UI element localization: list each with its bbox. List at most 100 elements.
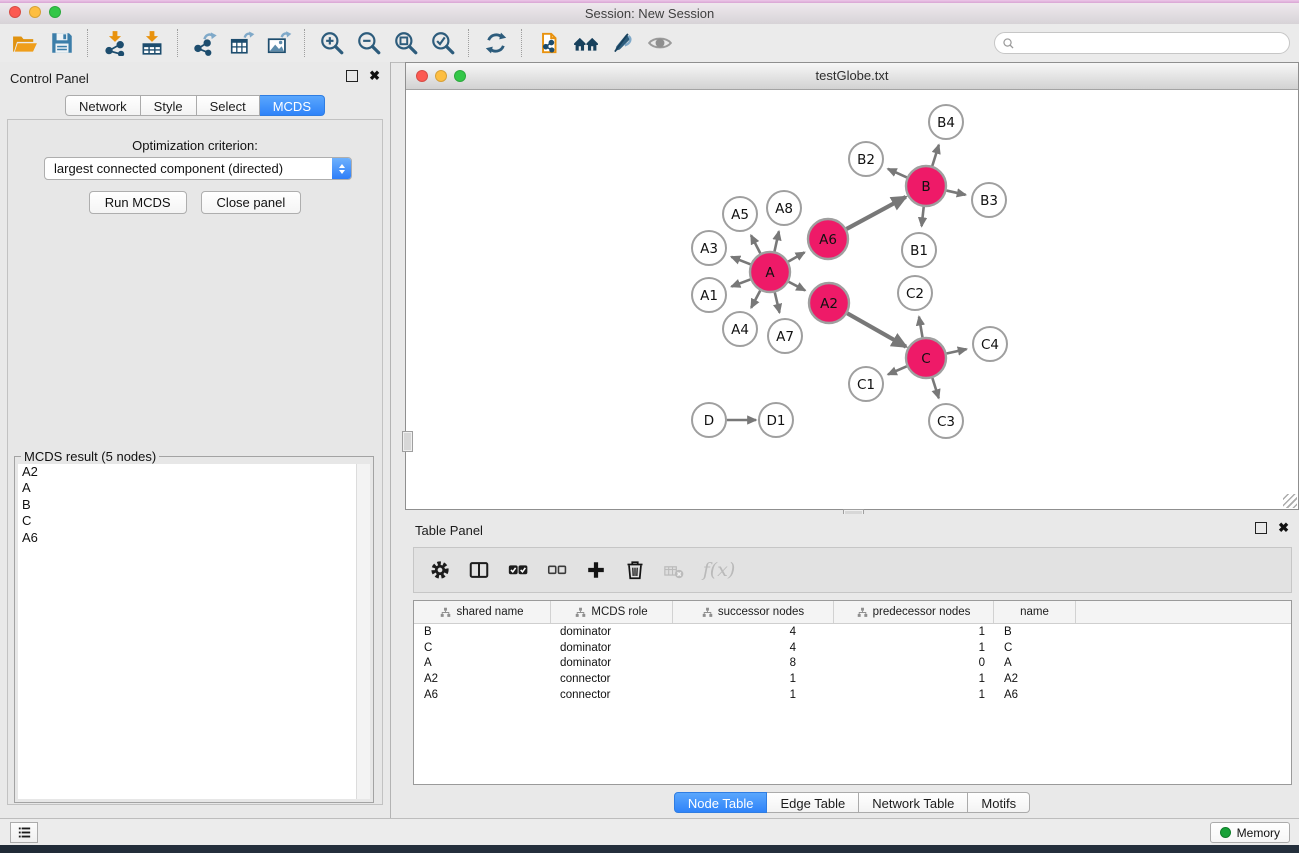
graph-node-C[interactable]: C [906,338,946,378]
graph-node-B[interactable]: B [906,166,946,206]
zoom-fit-button[interactable] [387,27,424,59]
mcds-result-scrollbar[interactable] [356,464,370,799]
save-session-button[interactable] [43,27,80,59]
close-panel-icon[interactable]: ✖ [369,70,380,82]
graph-node-B4[interactable]: B4 [929,105,963,139]
graph-node-B3[interactable]: B3 [972,183,1006,217]
refresh-view-button[interactable] [477,27,514,59]
graph-edge-A2-C[interactable] [847,313,906,346]
delete-column-button[interactable] [624,559,646,581]
search-input[interactable] [1015,36,1289,50]
table-row[interactable]: Cdominator41C [414,640,1291,656]
mcds-result-item[interactable]: A6 [18,530,356,546]
graph-edge-A-A4[interactable] [751,291,760,308]
graph-edge-C-C2[interactable] [919,317,922,338]
export-table-button[interactable] [223,27,260,59]
graph-node-A1[interactable]: A1 [692,278,726,312]
graph-edge-A6-B[interactable] [846,197,905,229]
table-cell[interactable]: C [994,642,1076,654]
close-window-button[interactable] [9,6,21,18]
graph-edge-B-B2[interactable] [888,169,907,178]
graph-node-A7[interactable]: A7 [768,319,802,353]
tab-edge-table[interactable]: Edge Table [767,792,859,813]
column-header-name[interactable]: name [994,601,1076,623]
table-cell[interactable]: 1 [834,626,994,638]
select-all-rows-button[interactable] [507,559,529,581]
graph-node-C3[interactable]: C3 [929,404,963,438]
table-cell[interactable]: 1 [673,673,834,685]
add-column-button[interactable] [585,559,607,581]
graph-edge-A-A8[interactable] [774,231,778,251]
graph-node-D1[interactable]: D1 [759,403,793,437]
tab-style[interactable]: Style [141,95,197,116]
graph-edge-A-A2[interactable] [789,282,806,291]
graph-node-A6[interactable]: A6 [808,219,848,259]
mcds-result-item[interactable]: A2 [18,464,356,480]
table-cell[interactable]: 4 [673,642,834,654]
table-cell[interactable]: dominator [551,642,673,654]
search-field[interactable] [994,32,1290,54]
table-cell[interactable]: 1 [673,689,834,701]
deselect-all-rows-button[interactable] [546,559,568,581]
column-header-shared-name[interactable]: shared name [414,601,551,623]
maximize-window-button[interactable] [49,6,61,18]
tab-select[interactable]: Select [197,95,260,116]
graphics-details-button[interactable] [641,27,678,59]
tab-motifs[interactable]: Motifs [968,792,1030,813]
tab-network[interactable]: Network [65,95,141,116]
graph-edge-A-A5[interactable] [751,235,760,253]
table-cell[interactable]: 1 [834,673,994,685]
table-cell[interactable]: 1 [834,689,994,701]
float-panel-icon[interactable] [346,70,358,82]
table-cell[interactable]: dominator [551,657,673,669]
task-history-button[interactable] [10,822,38,843]
table-row[interactable]: Adominator80A [414,656,1291,672]
hide-annotations-button[interactable] [604,27,641,59]
copy-network-button[interactable] [530,27,567,59]
graph-node-A2[interactable]: A2 [809,283,849,323]
column-header-mcds-role[interactable]: MCDS role [551,601,673,623]
graph-edge-A-A3[interactable] [731,257,750,265]
graph-edge-A-A6[interactable] [788,252,804,261]
column-header-successor-nodes[interactable]: successor nodes [673,601,834,623]
table-cell[interactable]: C [414,642,551,654]
home-view-button[interactable] [567,27,604,59]
column-header-predecessor-nodes[interactable]: predecessor nodes [834,601,994,623]
table-row[interactable]: A2connector11A2 [414,671,1291,687]
network-canvas[interactable]: B4B2BB3A8A5A6A3B1AC2A1A2A4A7C4CC1C3DD1 [406,90,1298,509]
mcds-result-item[interactable]: C [18,513,356,529]
zoom-in-button[interactable] [313,27,350,59]
tab-mcds[interactable]: MCDS [260,95,325,116]
table-cell[interactable]: 4 [673,626,834,638]
graph-node-A3[interactable]: A3 [692,231,726,265]
minimize-window-button[interactable] [29,6,41,18]
graph-node-D[interactable]: D [692,403,726,437]
float-table-panel-icon[interactable] [1255,522,1267,534]
table-cell[interactable]: B [414,626,551,638]
graph-node-A4[interactable]: A4 [723,312,757,346]
graph-node-C1[interactable]: C1 [849,367,883,401]
graph-edge-A-A1[interactable] [731,279,750,286]
graph-node-A5[interactable]: A5 [723,197,757,231]
table-cell[interactable]: A [994,657,1076,669]
mcds-result-item[interactable]: A [18,480,356,496]
tab-node-table[interactable]: Node Table [674,792,768,813]
table-cell[interactable]: connector [551,689,673,701]
table-cell[interactable]: A2 [414,673,551,685]
splitter-grip-left[interactable] [402,431,413,452]
table-row[interactable]: Bdominator41B [414,624,1291,640]
window-resize-grip[interactable] [1283,494,1297,508]
graph-node-A[interactable]: A [750,252,790,292]
graph-node-C2[interactable]: C2 [898,276,932,310]
graph-edge-C-C1[interactable] [888,366,907,374]
graph-edge-B-B3[interactable] [946,191,965,195]
graph-node-A8[interactable]: A8 [767,191,801,225]
table-cell[interactable]: A6 [994,689,1076,701]
close-table-panel-icon[interactable]: ✖ [1278,522,1289,534]
graph-node-B2[interactable]: B2 [849,142,883,176]
table-cell[interactable]: A6 [414,689,551,701]
split-columns-button[interactable] [468,559,490,581]
criterion-select[interactable]: largest connected component (directed) [44,157,352,180]
graph-edge-C-C4[interactable] [947,349,967,353]
import-table-button[interactable] [133,27,170,59]
